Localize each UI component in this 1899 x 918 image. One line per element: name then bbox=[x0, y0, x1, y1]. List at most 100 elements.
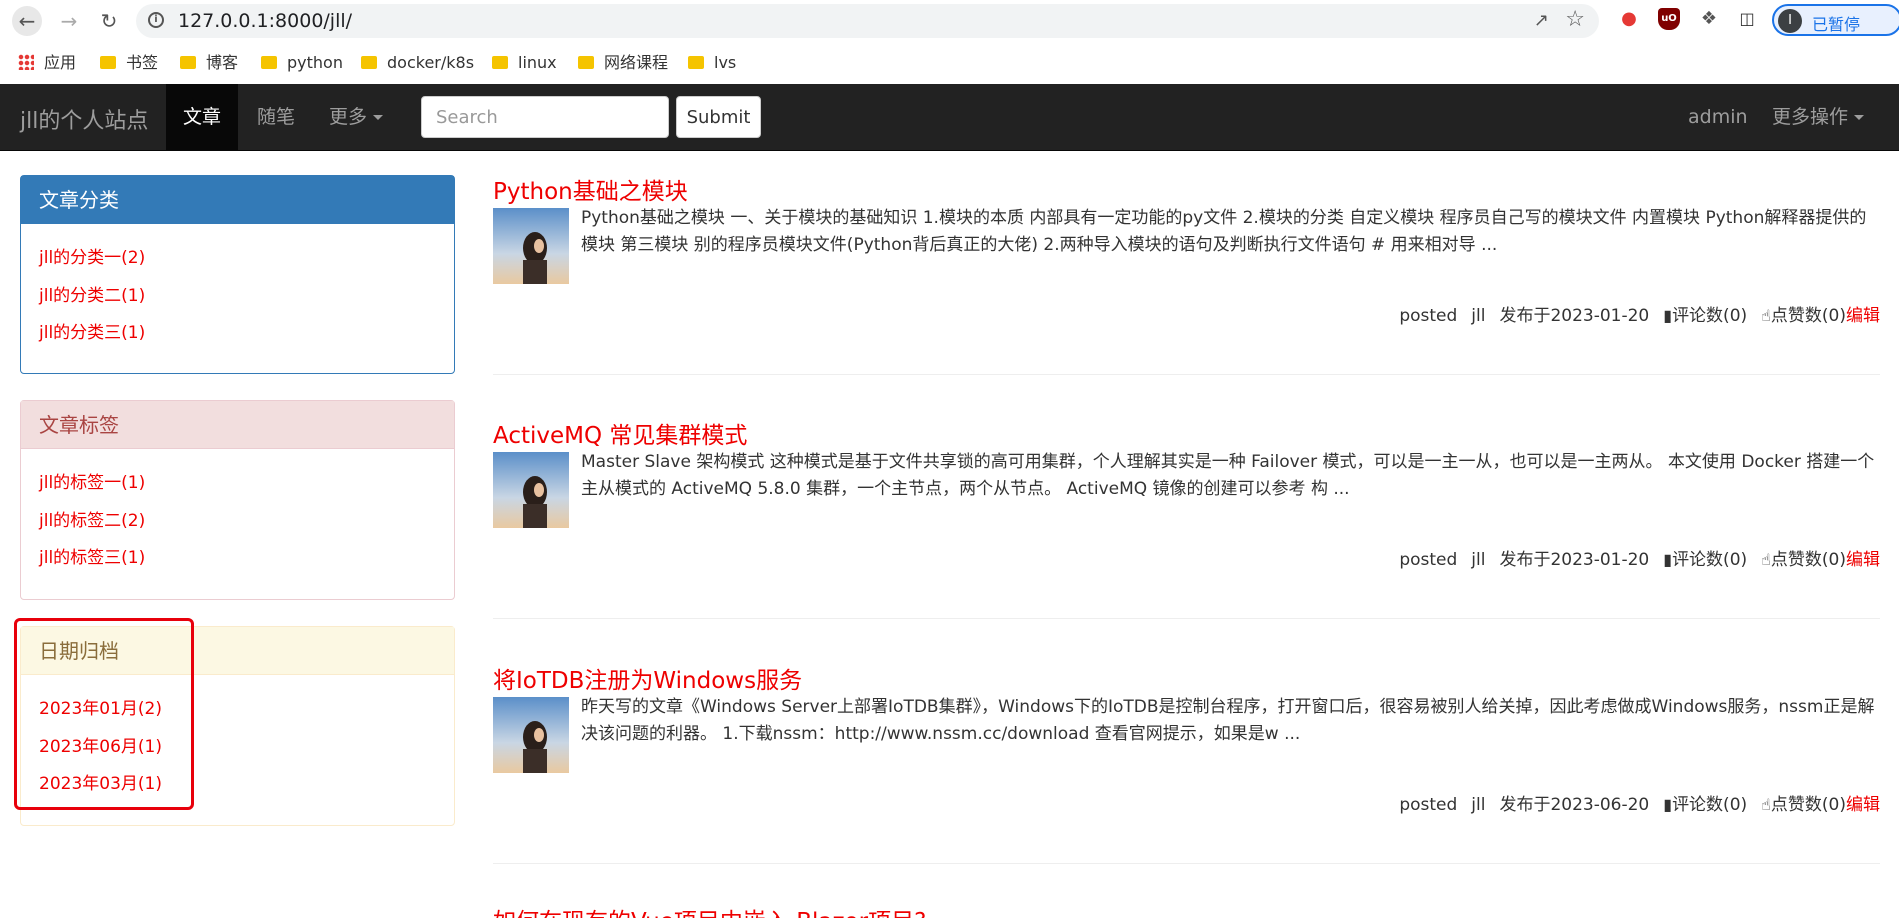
search-input[interactable] bbox=[421, 96, 669, 138]
bookmark-folder[interactable]: python bbox=[261, 50, 343, 76]
comment-icon: ▮ bbox=[1663, 550, 1673, 569]
profile-status-label: 已暂停 bbox=[1812, 15, 1861, 34]
site-info-icon[interactable]: i bbox=[148, 12, 164, 28]
nav-essays[interactable]: 随笔 bbox=[257, 84, 295, 150]
divider bbox=[493, 863, 1880, 864]
tag-link[interactable]: jll的标签二(2) bbox=[39, 503, 436, 541]
archive-link[interactable]: 2023年06月(1) bbox=[39, 729, 436, 767]
article-title[interactable]: Python基础之模块 bbox=[493, 172, 688, 206]
article-meta: posted jll 发布于2023-06-20 ▮评论数(0) ☝点赞数(0)编辑 bbox=[1399, 790, 1880, 815]
comment-icon: ▮ bbox=[1663, 306, 1673, 325]
divider bbox=[493, 374, 1880, 375]
bookmark-folder[interactable]: linux bbox=[492, 50, 557, 76]
avatar: I bbox=[1778, 9, 1802, 33]
share-icon[interactable]: ↗ bbox=[1534, 10, 1549, 31]
bookmark-folder[interactable]: docker/k8s bbox=[361, 50, 474, 76]
article-author: jll bbox=[1471, 795, 1486, 815]
nav-user[interactable]: admin bbox=[1688, 84, 1748, 150]
thumbs-up-icon: ☝ bbox=[1761, 795, 1771, 814]
bookmark-apps[interactable]: 应用 bbox=[18, 50, 76, 76]
like-count: 点赞数(0) bbox=[1770, 306, 1846, 326]
extensions-puzzle-icon[interactable]: ❖ bbox=[1698, 8, 1720, 30]
article-item: ActiveMQ 常见集群模式 Master Slave 架构模式 这种模式是基… bbox=[493, 416, 1880, 616]
caret-down-icon bbox=[373, 115, 384, 120]
browser-toolbar: ← → ↻ i 127.0.0.1:8000/jll/ ↗ ☆ ● uO ❖ ◫… bbox=[0, 0, 1899, 42]
article-date: 发布于2023-01-20 bbox=[1499, 306, 1650, 326]
profile-button[interactable]: I 已暂停 bbox=[1772, 4, 1899, 36]
categories-title: 文章分类 bbox=[21, 176, 454, 224]
bookmarks-bar: 应用 书签 博客 python docker/k8s linux 网络课程 lv… bbox=[0, 46, 1899, 80]
side-panel-icon[interactable]: ◫ bbox=[1736, 8, 1758, 30]
edit-link[interactable]: 编辑 bbox=[1846, 795, 1880, 815]
tags-panel: 文章标签 jll的标签一(1) jll的标签二(2) jll的标签三(1) bbox=[20, 400, 455, 600]
archive-link[interactable]: 2023年03月(1) bbox=[39, 766, 436, 804]
category-link[interactable]: jll的分类二(1) bbox=[39, 278, 436, 316]
category-link[interactable]: jll的分类一(2) bbox=[39, 240, 436, 278]
article-thumbnail[interactable] bbox=[493, 452, 569, 528]
folder-icon bbox=[492, 56, 508, 69]
comment-icon: ▮ bbox=[1663, 795, 1673, 814]
browser-chrome: ← → ↻ i 127.0.0.1:8000/jll/ ↗ ☆ ● uO ❖ ◫… bbox=[0, 0, 1899, 84]
article-author: jll bbox=[1471, 306, 1486, 326]
posted-label: posted bbox=[1399, 306, 1458, 326]
bookmark-folder[interactable]: 网络课程 bbox=[578, 50, 668, 76]
nav-more-dropdown[interactable]: 更多 bbox=[329, 84, 384, 150]
ublock-icon[interactable]: uO bbox=[1658, 8, 1680, 30]
article-title[interactable]: ActiveMQ 常见集群模式 bbox=[493, 416, 747, 450]
article-item: Python基础之模块 Python基础之模块 一、关于模块的基础知识 1.模块… bbox=[493, 172, 1880, 372]
article-title[interactable]: 如何在现有的Vue项目中嵌入 Blazor项目? bbox=[493, 902, 926, 918]
article-meta: posted jll 发布于2023-01-20 ▮评论数(0) ☝点赞数(0)编辑 bbox=[1399, 301, 1880, 326]
article-item: 如何在现有的Vue项目中嵌入 Blazor项目? bbox=[493, 900, 1880, 918]
tag-link[interactable]: jll的标签三(1) bbox=[39, 540, 436, 578]
divider bbox=[493, 618, 1880, 619]
url-text[interactable]: 127.0.0.1:8000/jll/ bbox=[178, 10, 352, 32]
category-link[interactable]: jll的分类三(1) bbox=[39, 315, 436, 353]
posted-label: posted bbox=[1399, 795, 1458, 815]
bookmark-folder[interactable]: lvs bbox=[688, 50, 736, 76]
article-summary: Python基础之模块 一、关于模块的基础知识 1.模块的本质 内部具有一定功能… bbox=[581, 208, 1867, 255]
site-brand[interactable]: jll的个人站点 bbox=[20, 103, 148, 135]
article-thumbnail[interactable] bbox=[493, 208, 569, 284]
folder-icon bbox=[361, 56, 377, 69]
apps-grid-icon bbox=[18, 54, 34, 70]
posted-label: posted bbox=[1399, 550, 1458, 570]
address-bar[interactable]: i 127.0.0.1:8000/jll/ ↗ ☆ bbox=[136, 4, 1599, 38]
edit-link[interactable]: 编辑 bbox=[1846, 550, 1880, 570]
reload-icon[interactable]: ↻ bbox=[94, 6, 124, 36]
site-navbar: jll的个人站点 文章 随笔 更多 Submit admin 更多操作 bbox=[0, 84, 1899, 151]
bookmark-folder[interactable]: 书签 bbox=[100, 50, 158, 76]
archive-panel: 日期归档 2023年01月(2) 2023年06月(1) 2023年03月(1) bbox=[20, 626, 455, 826]
folder-icon bbox=[688, 56, 704, 69]
article-title[interactable]: 将IoTDB注册为Windows服务 bbox=[493, 661, 802, 695]
archive-title: 日期归档 bbox=[21, 627, 454, 675]
categories-panel: 文章分类 jll的分类一(2) jll的分类二(1) jll的分类三(1) bbox=[20, 175, 455, 374]
location-pin-icon[interactable]: ● bbox=[1618, 8, 1640, 30]
folder-icon bbox=[261, 56, 277, 69]
thumbs-up-icon: ☝ bbox=[1761, 550, 1771, 569]
article-author: jll bbox=[1471, 550, 1486, 570]
forward-icon[interactable]: → bbox=[54, 6, 84, 36]
folder-icon bbox=[578, 56, 594, 69]
tag-link[interactable]: jll的标签一(1) bbox=[39, 465, 436, 503]
comment-count: 评论数(0) bbox=[1672, 550, 1748, 570]
edit-link[interactable]: 编辑 bbox=[1846, 306, 1880, 326]
thumbs-up-icon: ☝ bbox=[1761, 306, 1771, 325]
archive-link[interactable]: 2023年01月(2) bbox=[39, 691, 436, 729]
bookmark-folder[interactable]: 博客 bbox=[180, 50, 238, 76]
bookmark-star-icon[interactable]: ☆ bbox=[1565, 7, 1585, 32]
article-date: 发布于2023-01-20 bbox=[1499, 550, 1650, 570]
article-summary: 昨天写的文章《Windows Server上部署IoTDB集群》，Windows… bbox=[581, 697, 1875, 744]
article-item: 将IoTDB注册为Windows服务 昨天写的文章《Windows Server… bbox=[493, 661, 1880, 861]
article-meta: posted jll 发布于2023-01-20 ▮评论数(0) ☝点赞数(0)编辑 bbox=[1399, 545, 1880, 570]
article-thumbnail[interactable] bbox=[493, 697, 569, 773]
nav-more-actions-dropdown[interactable]: 更多操作 bbox=[1772, 84, 1865, 150]
tags-title: 文章标签 bbox=[21, 401, 454, 449]
caret-down-icon bbox=[1854, 115, 1865, 120]
article-summary: Master Slave 架构模式 这种模式是基于文件共享锁的高可用集群，个人理… bbox=[581, 452, 1875, 499]
nav-articles[interactable]: 文章 bbox=[166, 84, 238, 150]
comment-count: 评论数(0) bbox=[1672, 795, 1748, 815]
like-count: 点赞数(0) bbox=[1770, 795, 1846, 815]
like-count: 点赞数(0) bbox=[1770, 550, 1846, 570]
submit-button[interactable]: Submit bbox=[676, 96, 761, 138]
back-icon[interactable]: ← bbox=[12, 6, 42, 36]
